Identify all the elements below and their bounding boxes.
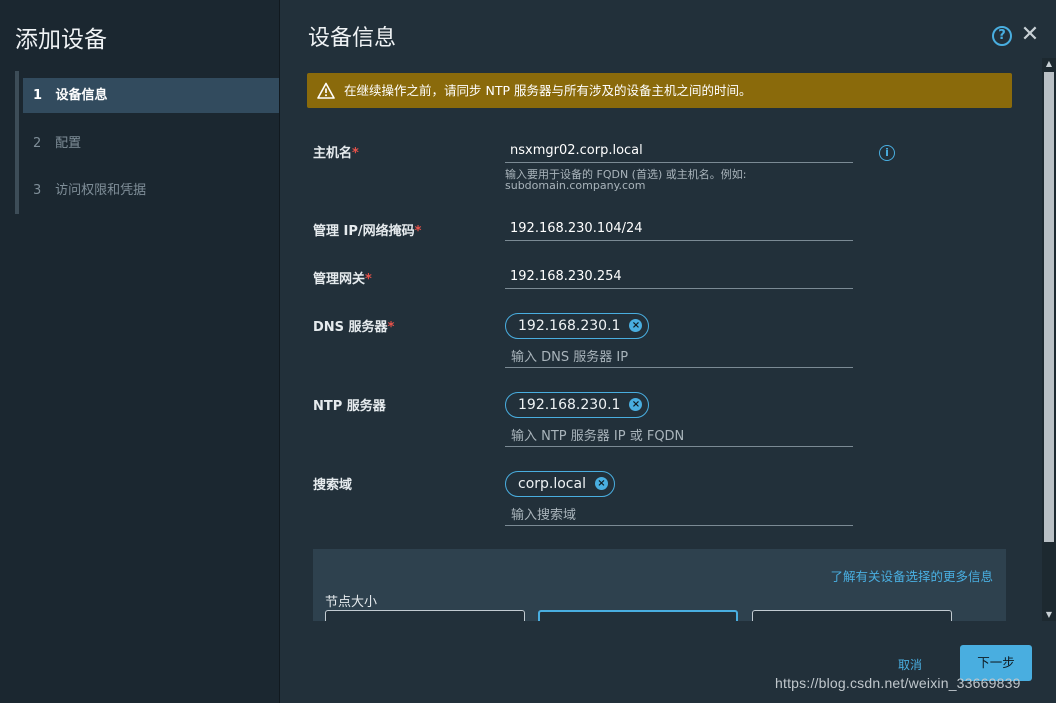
node-size-panel: 了解有关设备选择的更多信息 节点大小 [313, 549, 1006, 621]
mgmt-gateway-label: 管理网关* [313, 272, 372, 287]
help-circle-icon[interactable]: ? [992, 26, 1012, 46]
node-size-label: 节点大小 [325, 595, 378, 610]
dns-underline [505, 367, 853, 368]
scroll-down-icon[interactable]: ▼ [1042, 609, 1056, 621]
wizard-sidebar: 添加设备 1 设备信息 2 配置 3 访问权限和凭据 [0, 0, 280, 703]
step-credentials[interactable]: 3 访问权限和凭据 [23, 173, 279, 208]
step-configuration[interactable]: 2 配置 [23, 126, 279, 161]
vertical-scrollbar[interactable]: ▲ ▼ [1042, 58, 1056, 621]
ntp-input[interactable]: 输入 NTP 服务器 IP 或 FQDN [511, 425, 684, 444]
search-domain-chip: corp.local × [505, 471, 615, 497]
cancel-button[interactable]: 取消 [898, 656, 922, 673]
alert-text: 在继续操作之前，请同步 NTP 服务器与所有涉及的设备主机之间的时间。 [344, 83, 752, 98]
chip-text: 192.168.230.1 [518, 397, 621, 413]
chip-text: 192.168.230.1 [518, 318, 621, 334]
ntp-chip: 192.168.230.1 × [505, 392, 650, 418]
close-icon[interactable]: ✕ [1019, 24, 1041, 46]
mgmt-ip-field[interactable]: 192.168.230.104/24 [505, 217, 853, 241]
remove-chip-icon[interactable]: × [629, 319, 643, 332]
step-label: 配置 [55, 136, 82, 151]
chip-text: corp.local [518, 476, 586, 492]
step-label: 设备信息 [55, 88, 108, 103]
form-scroll-area: 在继续操作之前，请同步 NTP 服务器与所有涉及的设备主机之间的时间。 主机名*… [280, 58, 1056, 621]
node-size-option-1[interactable] [325, 610, 525, 621]
dns-label: DNS 服务器* [313, 320, 395, 335]
node-size-option-3[interactable] [752, 610, 952, 621]
mgmt-ip-label: 管理 IP/网络掩码* [313, 224, 422, 239]
step-device-info[interactable]: 1 设备信息 [23, 78, 279, 113]
step-number: 2 [33, 136, 42, 151]
required-marker: * [352, 146, 359, 161]
search-domain-input[interactable]: 输入搜索域 [511, 504, 576, 523]
hostname-helper-line2: subdomain.company.com [505, 179, 646, 192]
page-title: 设备信息 [308, 26, 397, 51]
remove-chip-icon[interactable]: × [594, 477, 608, 490]
steps-progress-bar [15, 71, 19, 214]
dns-input[interactable]: 输入 DNS 服务器 IP [511, 346, 628, 365]
wizard-title: 添加设备 [15, 27, 107, 53]
scrollbar-thumb[interactable] [1044, 72, 1054, 542]
watermark-text: https://blog.csdn.net/weixin_33669839 [775, 675, 1021, 691]
info-icon[interactable]: i [879, 145, 895, 161]
required-marker: * [387, 320, 395, 335]
search-domain-underline [505, 525, 853, 526]
appliance-info-link[interactable]: 了解有关设备选择的更多信息 [830, 566, 993, 585]
remove-chip-icon[interactable]: × [629, 398, 643, 411]
search-domain-label: 搜索域 [313, 478, 353, 493]
step-number: 1 [33, 88, 43, 103]
ntp-underline [505, 446, 853, 447]
ntp-label: NTP 服务器 [313, 399, 386, 414]
hostname-field[interactable]: nsxmgr02.corp.local [505, 139, 853, 163]
hostname-label: 主机名* [313, 146, 359, 161]
wizard-content: 设备信息 ? ✕ 在继续操作之前，请同步 NTP 服务器与所有涉及的设备主机之间… [280, 0, 1056, 703]
step-number: 3 [33, 183, 42, 198]
scroll-up-icon[interactable]: ▲ [1042, 58, 1056, 70]
mgmt-gateway-field[interactable]: 192.168.230.254 [505, 265, 853, 289]
warning-triangle-icon [317, 82, 335, 99]
required-marker: * [414, 224, 422, 239]
node-size-option-2[interactable] [538, 610, 738, 621]
required-marker: * [365, 272, 372, 287]
dns-chip: 192.168.230.1 × [505, 313, 650, 339]
step-label: 访问权限和凭据 [55, 183, 147, 198]
warning-alert: 在继续操作之前，请同步 NTP 服务器与所有涉及的设备主机之间的时间。 [307, 73, 1012, 108]
